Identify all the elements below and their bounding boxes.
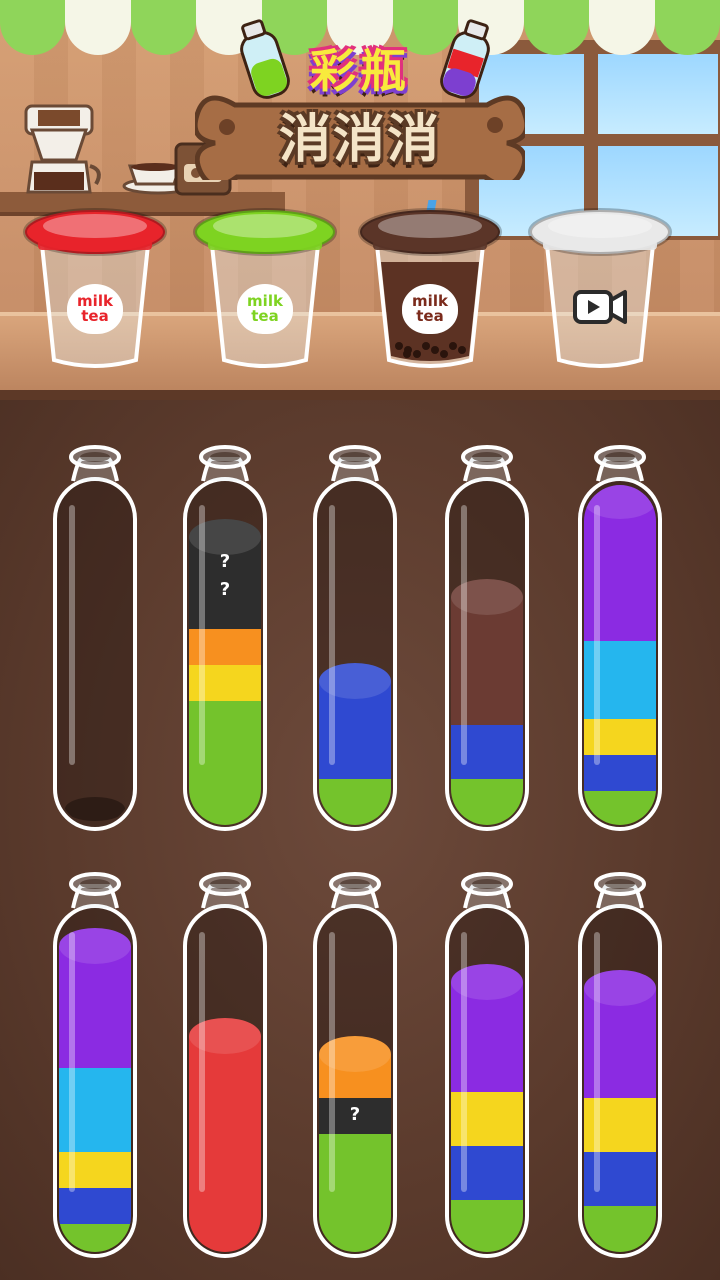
tube-7[interactable]	[183, 872, 267, 1258]
tube-highlight	[461, 932, 467, 1192]
hidden-color-mark: ?	[350, 1104, 360, 1125]
tube-highlight	[329, 932, 335, 1192]
tube-10[interactable]	[578, 872, 662, 1258]
liquid-layer	[59, 1186, 131, 1224]
tube-highlight	[69, 932, 75, 1192]
tube-opening	[80, 879, 110, 889]
tube-2[interactable]: ??	[183, 445, 267, 831]
tube-3[interactable]	[313, 445, 397, 831]
tube-highlight	[199, 932, 205, 1192]
game-scene: 彩瓶 消消消 milk tea milk tea milk tea ???	[0, 0, 720, 1280]
tube-liquid	[65, 797, 125, 821]
tube-opening	[80, 452, 110, 462]
tube-highlight	[199, 505, 205, 765]
tube-8[interactable]: ?	[313, 872, 397, 1258]
tube-opening	[340, 879, 370, 889]
tube-opening	[605, 452, 635, 462]
tube-5[interactable]	[578, 445, 662, 831]
tube-opening	[210, 879, 240, 889]
tube-opening	[210, 452, 240, 462]
tube-highlight	[594, 932, 600, 1192]
hidden-color-mark: ?	[220, 579, 230, 600]
tube-highlight	[69, 505, 75, 765]
tube-highlight	[594, 505, 600, 765]
tube-board: ???	[53, 445, 662, 1258]
tube-opening	[472, 452, 502, 462]
tube-opening	[605, 879, 635, 889]
tube-shadow	[65, 797, 125, 821]
hidden-color-mark: ?	[220, 551, 230, 572]
tube-4[interactable]	[445, 445, 529, 831]
tube-1[interactable]	[53, 445, 137, 831]
tube-opening	[340, 452, 370, 462]
tube-opening	[472, 879, 502, 889]
tube-highlight	[329, 505, 335, 765]
tube-highlight	[461, 505, 467, 765]
tube-6[interactable]	[53, 872, 137, 1258]
tube-9[interactable]	[445, 872, 529, 1258]
tube-glass	[53, 477, 137, 831]
